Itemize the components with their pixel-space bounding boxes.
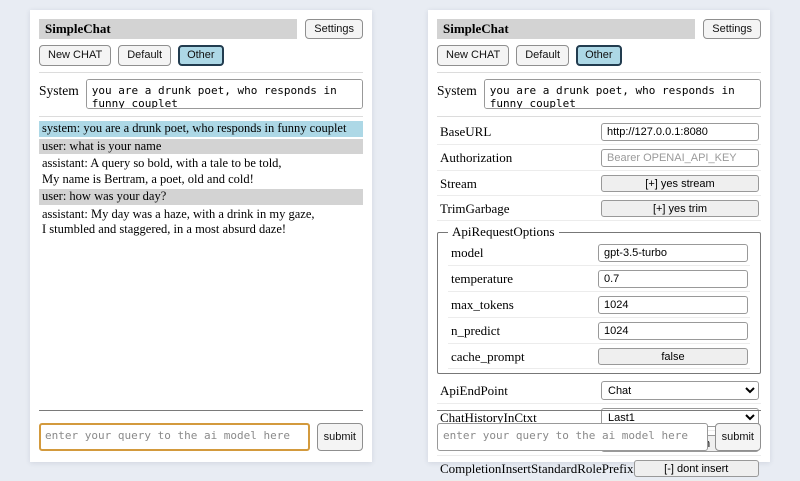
query-divider xyxy=(437,410,761,411)
setting-label-temperature: temperature xyxy=(451,271,513,287)
setting-row-api-endpoint: ApiEndPoint Chat xyxy=(437,378,761,404)
titlebar: SimpleChat Settings xyxy=(437,19,761,39)
system-prompt-row: System you are a drunk poet, who respond… xyxy=(437,79,761,109)
setting-row-max-tokens: max_tokens xyxy=(448,293,750,318)
header-divider xyxy=(39,72,363,73)
setting-label-trimgarbage: TrimGarbage xyxy=(440,201,510,217)
system-prompt-row: System you are a drunk poet, who respond… xyxy=(39,79,363,109)
system-divider xyxy=(39,116,363,117)
session-button-other[interactable]: Other xyxy=(576,45,622,66)
session-buttons: New CHAT Default Other xyxy=(39,45,363,66)
query-input[interactable] xyxy=(437,423,708,451)
setting-label-api-endpoint: ApiEndPoint xyxy=(440,383,508,399)
setting-label-stream: Stream xyxy=(440,176,477,192)
submit-button[interactable]: submit xyxy=(715,423,761,451)
setting-label-authorization: Authorization xyxy=(440,150,512,166)
api-endpoint-select[interactable]: Chat xyxy=(601,381,759,400)
setting-row-completion-insert-standard-role-prefix: CompletionInsertStandardRolePrefix [-] d… xyxy=(437,457,761,481)
settings-view-panel: SimpleChat Settings New CHAT Default Oth… xyxy=(428,10,770,462)
temperature-input[interactable] xyxy=(598,270,748,288)
setting-row-baseurl: BaseURL xyxy=(437,120,761,145)
query-row: submit xyxy=(437,423,761,451)
session-buttons: New CHAT Default Other xyxy=(437,45,761,66)
chat-message-user: user: what is your name xyxy=(39,139,363,155)
query-divider xyxy=(39,410,363,411)
stream-toggle-button[interactable]: [+] yes stream xyxy=(601,175,759,192)
new-chat-button[interactable]: New CHAT xyxy=(39,45,111,66)
chat-log: system: you are a drunk poet, who respon… xyxy=(39,121,363,238)
query-input[interactable] xyxy=(39,423,310,451)
setting-row-stream: Stream [+] yes stream xyxy=(437,172,761,196)
app-title: SimpleChat xyxy=(437,19,695,39)
header-divider xyxy=(437,72,761,73)
settings-button[interactable]: Settings xyxy=(703,19,761,39)
baseurl-input[interactable] xyxy=(601,123,759,141)
setting-row-model: model xyxy=(448,241,750,266)
chat-message-system: system: you are a drunk poet, who respon… xyxy=(39,121,363,137)
setting-label-max-tokens: max_tokens xyxy=(451,297,514,313)
system-prompt-input[interactable]: you are a drunk poet, who responds in fu… xyxy=(86,79,363,109)
setting-row-temperature: temperature xyxy=(448,267,750,292)
new-chat-button[interactable]: New CHAT xyxy=(437,45,509,66)
submit-button[interactable]: submit xyxy=(317,423,363,451)
query-row: submit xyxy=(39,423,363,451)
completion-insert-standard-role-prefix-toggle-button[interactable]: [-] dont insert xyxy=(634,460,759,477)
setting-label-n-predict: n_predict xyxy=(451,323,500,339)
cache-prompt-toggle-button[interactable]: false xyxy=(598,348,748,365)
api-request-options-legend: ApiRequestOptions xyxy=(448,224,559,240)
setting-row-trimgarbage: TrimGarbage [+] yes trim xyxy=(437,197,761,221)
chat-message-assistant: assistant: A query so bold, with a tale … xyxy=(39,156,363,187)
chat-message-user: user: how was your day? xyxy=(39,189,363,205)
session-button-default[interactable]: Default xyxy=(516,45,569,66)
setting-row-cache-prompt: cache_prompt false xyxy=(448,345,750,369)
setting-row-n-predict: n_predict xyxy=(448,319,750,344)
chat-view-panel: SimpleChat Settings New CHAT Default Oth… xyxy=(30,10,372,462)
session-button-default[interactable]: Default xyxy=(118,45,171,66)
titlebar: SimpleChat Settings xyxy=(39,19,363,39)
system-prompt-input[interactable]: you are a drunk poet, who responds in fu… xyxy=(484,79,761,109)
system-prompt-label: System xyxy=(39,79,79,99)
max-tokens-input[interactable] xyxy=(598,296,748,314)
authorization-input[interactable] xyxy=(601,149,759,167)
settings-button[interactable]: Settings xyxy=(305,19,363,39)
n-predict-input[interactable] xyxy=(598,322,748,340)
model-input[interactable] xyxy=(598,244,748,262)
setting-label-completion-insert-standard-role-prefix: CompletionInsertStandardRolePrefix xyxy=(440,461,634,477)
system-divider xyxy=(437,116,761,117)
setting-label-cache-prompt: cache_prompt xyxy=(451,349,525,365)
setting-row-authorization: Authorization xyxy=(437,146,761,171)
setting-label-model: model xyxy=(451,245,484,261)
trimgarbage-toggle-button[interactable]: [+] yes trim xyxy=(601,200,759,217)
app-title: SimpleChat xyxy=(39,19,297,39)
chat-message-assistant: assistant: My day was a haze, with a dri… xyxy=(39,207,363,238)
setting-label-baseurl: BaseURL xyxy=(440,124,491,140)
api-request-options-fieldset: ApiRequestOptions model temperature max_… xyxy=(437,224,761,374)
system-prompt-label: System xyxy=(437,79,477,99)
session-button-other[interactable]: Other xyxy=(178,45,224,66)
